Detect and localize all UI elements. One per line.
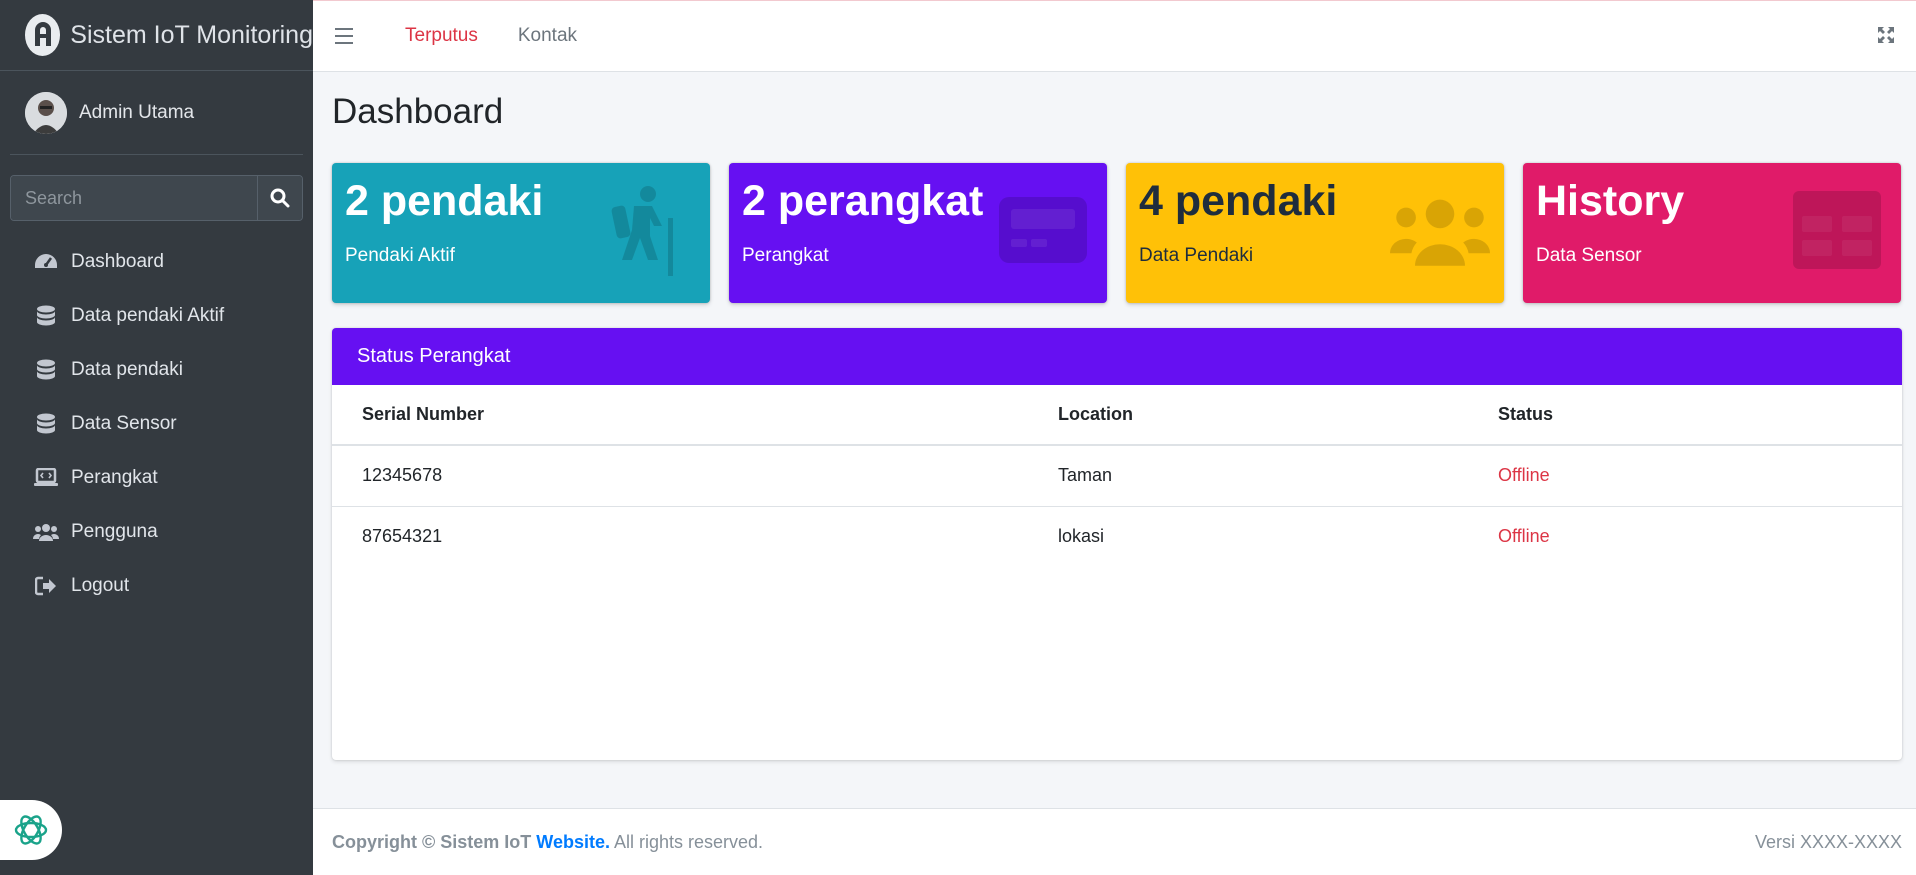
- device-status-table: Serial Number Location Status 12345678 T…: [332, 385, 1902, 567]
- database-icon: [33, 304, 59, 328]
- sidebar-item-data-pendaki-aktif[interactable]: Data pendaki Aktif: [0, 289, 313, 343]
- avatar: [25, 91, 67, 134]
- table-icon: [1787, 185, 1887, 275]
- user-panel[interactable]: Admin Utama: [10, 71, 303, 155]
- sidebar-item-data-pendaki[interactable]: Data pendaki: [0, 343, 313, 397]
- box-value: 2 pendaki: [345, 177, 544, 225]
- sidebar-item-data-sensor[interactable]: Data Sensor: [0, 397, 313, 451]
- sidebar-item-label: Data Sensor: [71, 413, 177, 434]
- contact-link[interactable]: Kontak: [518, 25, 577, 47]
- box-label: Data Pendaki: [1139, 245, 1254, 266]
- menu-toggle-icon[interactable]: [335, 28, 361, 44]
- search-button[interactable]: [257, 176, 302, 220]
- small-box-data-pendaki[interactable]: 4 pendaki Data Pendaki: [1126, 163, 1504, 303]
- sidebar-nav: Dashboard Data pendaki Aktif Data pendak…: [0, 235, 313, 613]
- sidebar-item-label: Data pendaki Aktif: [71, 305, 225, 326]
- sidebar-item-label: Perangkat: [71, 467, 158, 488]
- user-name: Admin Utama: [79, 101, 195, 123]
- column-header-serial: Serial Number: [332, 385, 1028, 446]
- device-card-icon: [993, 185, 1093, 275]
- footer-website-link[interactable]: Website.: [536, 832, 610, 852]
- status-perangkat-card: Status Perangkat Serial Number Location …: [332, 328, 1902, 760]
- users-icon: [33, 520, 59, 544]
- footer: Copyright © Sistem IoT Website. All righ…: [313, 808, 1916, 875]
- connection-status-link[interactable]: Terputus: [405, 25, 478, 47]
- box-value: History: [1536, 177, 1685, 225]
- footer-version: Versi XXXX-XXXX: [1754, 831, 1902, 852]
- brand-logo-icon: [25, 14, 61, 56]
- serial-cell: 87654321: [362, 526, 443, 547]
- sidebar-item-logout[interactable]: Logout: [0, 559, 313, 613]
- users-icon: [1390, 185, 1490, 275]
- sidebar-item-dashboard[interactable]: Dashboard: [0, 235, 313, 289]
- database-icon: [33, 412, 59, 436]
- assistant-button[interactable]: [0, 800, 62, 860]
- sidebar-item-pengguna[interactable]: Pengguna: [0, 505, 313, 559]
- brand-link[interactable]: Sistem IoT Monitoring: [0, 0, 313, 71]
- box-label: Perangkat: [742, 245, 829, 266]
- card-title: Status Perangkat: [332, 328, 1902, 385]
- box-value: 2 perangkat: [742, 177, 984, 225]
- box-label: Data Sensor: [1536, 245, 1642, 266]
- openai-icon: [14, 815, 48, 845]
- database-icon: [33, 358, 59, 382]
- tachometer-icon: [33, 250, 59, 274]
- small-box-pendaki-aktif[interactable]: 2 pendaki Pendaki Aktif: [332, 163, 710, 303]
- hiking-icon: [596, 185, 696, 276]
- sidebar-item-label: Pengguna: [71, 521, 158, 542]
- brand-title: Sistem IoT Monitoring: [70, 20, 313, 49]
- sidebar: Sistem IoT Monitoring Admin Utama Search…: [0, 0, 313, 875]
- footer-copyright: Copyright © Sistem IoT Website. All righ…: [332, 832, 763, 853]
- sidebar-item-label: Data pendaki: [71, 359, 183, 380]
- table-row: 87654321 lokasi Offline: [332, 506, 1902, 567]
- search-input[interactable]: [11, 176, 257, 220]
- small-box-history[interactable]: History Data Sensor: [1523, 163, 1901, 303]
- small-box-perangkat[interactable]: 2 perangkat Perangkat: [729, 163, 1107, 303]
- sidebar-item-perangkat[interactable]: Perangkat: [0, 451, 313, 505]
- table-row: 12345678 Taman Offline: [332, 445, 1902, 507]
- status-cell: Offline: [1468, 445, 1902, 507]
- box-label: Pendaki Aktif: [345, 245, 455, 266]
- box-value: 4 pendaki: [1139, 177, 1338, 225]
- top-navbar: Terputus Kontak: [313, 0, 1916, 72]
- page-title: Dashboard: [332, 92, 504, 131]
- serial-cell: 12345678: [332, 445, 1028, 507]
- rights-text: All rights reserved.: [609, 831, 764, 852]
- fullscreen-icon[interactable]: [1876, 25, 1896, 50]
- sidebar-item-label: Dashboard: [71, 251, 164, 272]
- sidebar-search: [10, 175, 303, 221]
- location-cell: lokasi: [1058, 526, 1105, 547]
- location-cell: Taman: [1028, 445, 1468, 507]
- column-header-location: Location: [1028, 385, 1468, 446]
- sidebar-item-label: Logout: [71, 575, 130, 596]
- status-cell: Offline: [1498, 526, 1550, 547]
- sign-out-icon: [33, 574, 59, 598]
- table-header-row: Serial Number Location Status: [332, 385, 1902, 446]
- column-header-status: Status: [1468, 385, 1902, 446]
- copyright-text: Copyright © Sistem IoT: [332, 831, 537, 852]
- laptop-code-icon: [33, 466, 59, 490]
- search-icon: [270, 188, 290, 208]
